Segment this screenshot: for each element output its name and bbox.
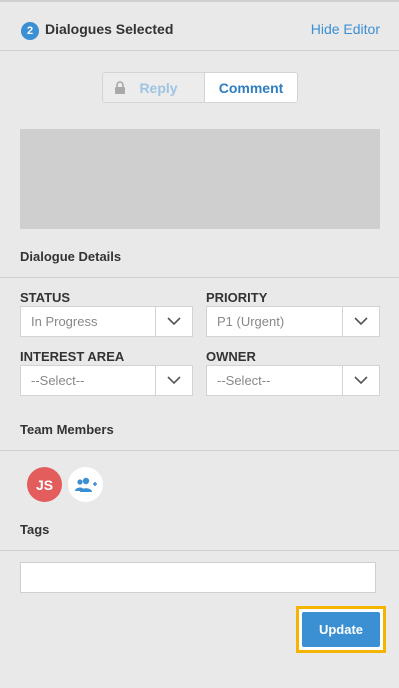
tags-heading: Tags	[20, 522, 50, 537]
lock-icon	[115, 81, 125, 94]
priority-select[interactable]: P1 (Urgent)	[206, 306, 380, 337]
team-divider	[0, 450, 399, 451]
header-title: Dialogues Selected	[45, 21, 174, 37]
owner-label: OWNER	[206, 349, 256, 364]
update-button[interactable]: Update	[302, 612, 380, 647]
status-select[interactable]: In Progress	[20, 306, 193, 337]
dialogue-editor-panel: 2 Dialogues Selected Hide Editor Reply C…	[0, 0, 399, 688]
selected-count-badge: 2	[21, 22, 39, 40]
chevron-down-icon	[155, 366, 192, 395]
avatar[interactable]: JS	[27, 467, 62, 502]
interest-area-label: INTEREST AREA	[20, 349, 125, 364]
team-members-heading: Team Members	[20, 422, 114, 437]
hide-editor-link[interactable]: Hide Editor	[311, 21, 380, 37]
comment-tab[interactable]: Comment	[204, 73, 297, 102]
priority-value: P1 (Urgent)	[217, 314, 285, 329]
message-editor-area[interactable]	[20, 129, 380, 229]
dialogue-details-heading: Dialogue Details	[20, 249, 122, 264]
top-border	[0, 0, 399, 2]
reply-comment-toggle: Reply Comment	[102, 72, 298, 103]
status-label: STATUS	[20, 290, 71, 305]
status-value: In Progress	[31, 314, 98, 329]
editor-header: 2 Dialogues Selected Hide Editor	[0, 14, 399, 46]
tags-divider	[0, 550, 399, 551]
add-team-member-button[interactable]	[68, 467, 103, 502]
update-button-highlight: Update	[296, 606, 386, 653]
priority-label: PRIORITY	[206, 290, 268, 305]
chevron-down-icon	[342, 307, 379, 336]
owner-select[interactable]: --Select--	[206, 365, 380, 396]
reply-tab[interactable]: Reply	[103, 73, 204, 102]
header-divider	[0, 50, 399, 51]
tags-input[interactable]	[20, 562, 376, 593]
chevron-down-icon	[342, 366, 379, 395]
add-users-icon	[74, 477, 97, 492]
details-divider	[0, 277, 399, 278]
chevron-down-icon	[155, 307, 192, 336]
interest-area-select[interactable]: --Select--	[20, 365, 193, 396]
reply-tab-label: Reply	[139, 79, 178, 96]
owner-value: --Select--	[217, 373, 271, 388]
interest-area-value: --Select--	[31, 373, 85, 388]
